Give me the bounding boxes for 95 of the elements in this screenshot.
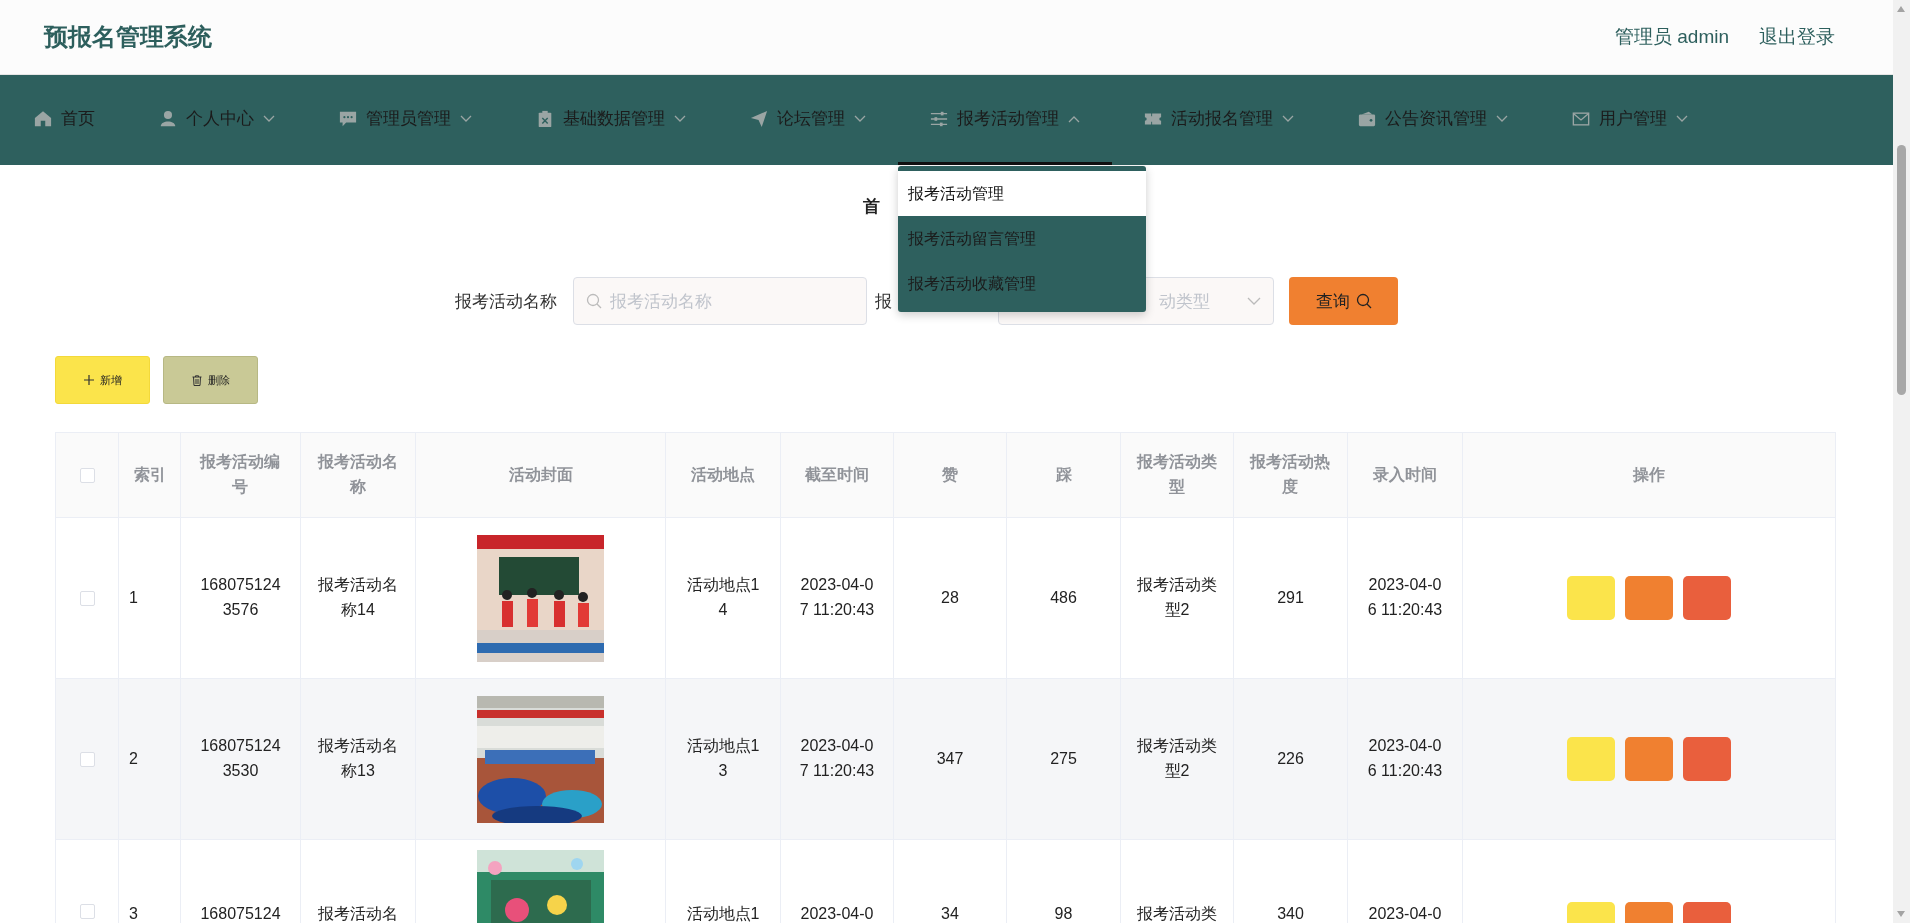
column-header: 报考活动名称 <box>317 452 399 497</box>
nav-item[interactable]: 公告资讯管理 <box>1326 75 1540 165</box>
trash-icon <box>191 374 202 386</box>
table-cell-text: 1680751243576 <box>200 575 281 620</box>
table-cell-text: 2 <box>129 748 138 769</box>
nav-item[interactable]: 首页 <box>2 75 127 165</box>
table-cell-text: 168075124 <box>200 904 281 923</box>
table-cell-text: 报考活动类型2 <box>1136 575 1218 620</box>
column-header: 索引 <box>133 464 166 485</box>
nav-item[interactable]: 管理员管理 <box>307 75 504 165</box>
app-title: 预报名管理系统 <box>44 22 212 52</box>
action-button[interactable] <box>1625 576 1673 620</box>
chevron-down-icon <box>1247 297 1261 305</box>
nav-item[interactable]: 基础数据管理 <box>504 75 718 165</box>
table-cell-text: 226 <box>1277 748 1304 769</box>
action-button[interactable] <box>1683 737 1731 781</box>
search-icon <box>586 293 602 309</box>
checkbox[interactable] <box>79 904 95 920</box>
chevron-down-icon <box>674 114 686 123</box>
column-header: 踩 <box>1055 464 1072 485</box>
table-cell-text: 2023-04-06 11:20:43 <box>1366 575 1444 620</box>
checkbox[interactable] <box>79 468 95 484</box>
chevron-down-icon <box>1676 114 1688 123</box>
envelope-icon <box>1572 109 1590 128</box>
menu-item[interactable]: 报考活动收藏管理 <box>898 261 1146 306</box>
table-cell-text: 报考活动名称13 <box>317 736 399 781</box>
table-cell-text: 报考活动名称14 <box>317 575 399 620</box>
table-cell-text: 2023-04-07 11:20:43 <box>798 575 876 620</box>
action-button[interactable] <box>1567 737 1615 781</box>
table-cell-text: 活动地点13 <box>685 736 761 781</box>
column-header: 活动封面 <box>508 464 573 485</box>
chevron-down-icon <box>854 114 866 123</box>
checkbox[interactable] <box>79 752 95 768</box>
chevron-down-icon <box>460 114 472 123</box>
table-cell-text: 98 <box>1054 904 1073 923</box>
sliders-icon <box>930 109 948 128</box>
person-icon <box>159 109 177 128</box>
menu-item[interactable]: 报考活动管理 <box>898 171 1146 216</box>
breadcrumb[interactable]: 首 <box>863 195 880 219</box>
table-cell-text: 报考活动类 <box>1137 904 1217 923</box>
paper-plane-icon <box>750 109 768 128</box>
column-header: 报考活动编号 <box>200 452 281 497</box>
search-field[interactable]: 报考活动名称 <box>573 277 867 325</box>
search-button[interactable]: 查询 <box>1289 277 1398 325</box>
table-cell-text: 291 <box>1277 587 1304 608</box>
nav-item[interactable]: 活动报名管理 <box>1112 75 1326 165</box>
table-cell-text: 报考活动类型2 <box>1136 736 1218 781</box>
field-label: 报考活动名称 <box>455 290 557 313</box>
menu-item[interactable]: 报考活动留言管理 <box>898 216 1146 261</box>
table-cell-text: 486 <box>1050 587 1077 608</box>
column-header: 报考活动类型 <box>1136 452 1218 497</box>
table-cell-text: 1680751243530 <box>200 736 281 781</box>
action-button[interactable] <box>1567 576 1615 620</box>
table-cell-text: 340 <box>1277 904 1304 923</box>
table-cell-text: 2023-04-0 <box>800 904 874 923</box>
table-cell-text: 28 <box>941 587 959 608</box>
logout-link[interactable]: 退出登录 <box>1759 24 1835 50</box>
wallet-icon <box>1358 109 1376 128</box>
clipboard-icon <box>536 109 554 128</box>
scrollbar[interactable] <box>1893 0 1910 923</box>
nav-item[interactable]: 用户管理 <box>1540 75 1720 165</box>
table-cell-text: 347 <box>936 748 964 769</box>
column-header: 活动地点 <box>691 464 755 485</box>
user-name: 管理员 admin <box>1614 25 1729 49</box>
table-cell-text: 2023-04-0 <box>1368 904 1442 923</box>
table-cell-text: 3 <box>129 904 138 923</box>
chevron-down-icon <box>1496 114 1508 123</box>
column-header: 赞 <box>942 464 958 485</box>
column-header: 录入时间 <box>1373 464 1437 485</box>
column-header: 报考活动热度 <box>1250 452 1331 497</box>
delete-button[interactable]: 删除 <box>163 356 258 404</box>
action-button[interactable] <box>1683 576 1731 620</box>
table-cell-text: 1 <box>129 587 138 608</box>
table-cell-text: 2023-04-06 11:20:43 <box>1366 736 1444 781</box>
search-icon <box>1355 293 1372 309</box>
nav-item[interactable]: 论坛管理 <box>718 75 898 165</box>
table-cell-text: 活动地点1 <box>686 904 760 923</box>
table-cell-text: 34 <box>941 904 959 923</box>
table-cell-text: 报考活动名 <box>318 904 398 923</box>
checkbox[interactable] <box>79 591 95 607</box>
chevron-up-icon <box>1068 114 1080 123</box>
plus-icon <box>83 375 94 385</box>
column-header: 操作 <box>1633 464 1665 485</box>
chat-icon <box>339 109 357 128</box>
nav-item[interactable]: 个人中心 <box>127 75 307 165</box>
chevron-down-icon <box>1282 114 1294 123</box>
table-cell-text: 活动地点14 <box>685 575 761 620</box>
table-cell-text: 275 <box>1050 748 1077 769</box>
add-button[interactable]: 新增 <box>55 356 150 404</box>
chevron-down-icon <box>263 114 275 123</box>
home-icon <box>34 109 52 128</box>
column-header: 截至时间 <box>805 464 869 485</box>
action-button[interactable] <box>1625 737 1673 781</box>
table-cell-text: 2023-04-07 11:20:43 <box>798 736 876 781</box>
field-label: 报 <box>875 290 893 313</box>
